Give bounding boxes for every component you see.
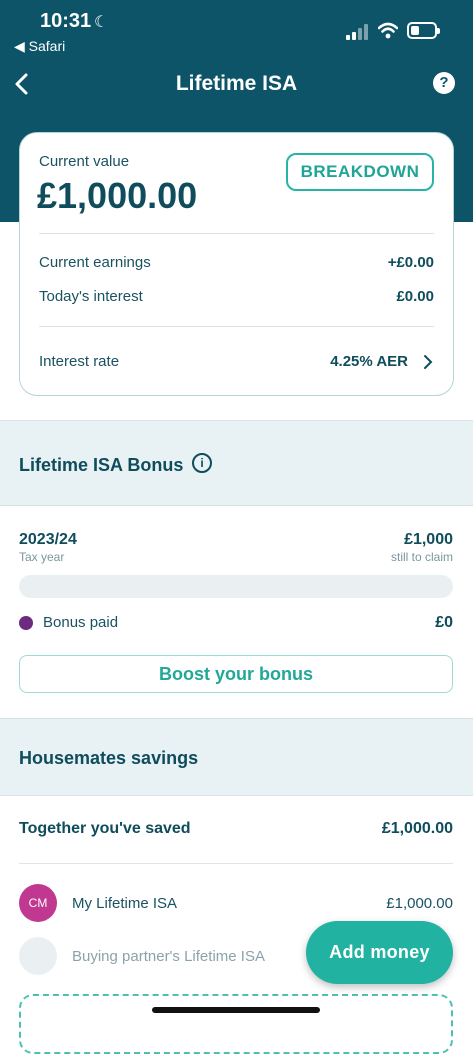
home-indicator <box>152 1007 320 1013</box>
help-icon[interactable]: ? <box>433 72 455 94</box>
tax-year-value: 2023/24 <box>19 531 77 548</box>
wifi-icon <box>378 22 398 39</box>
navigation-bar: Lifetime ISA ? <box>0 62 473 106</box>
bonus-section-header: Lifetime ISA Bonus i <box>0 420 473 506</box>
current-value-label: Current value <box>39 153 130 170</box>
still-to-claim-amount: £1,000 <box>404 531 453 548</box>
todays-interest-label: Today's interest <box>39 288 143 305</box>
partner-isa-label[interactable]: Buying partner's Lifetime ISA <box>72 948 265 965</box>
divider <box>39 233 434 234</box>
bonus-paid-legend-dot <box>19 616 33 630</box>
avatar: CM <box>19 884 57 922</box>
together-saved-value: £1,000.00 <box>381 820 453 837</box>
interest-rate-row[interactable]: Interest rate 4.25% AER <box>39 353 434 370</box>
moon-icon: ☾ <box>94 14 109 31</box>
add-partner-dashed-card[interactable] <box>19 994 453 1054</box>
value-card: Current value £1,000.00 BREAKDOWN Curren… <box>19 132 454 396</box>
still-to-claim-label: still to claim <box>390 550 453 564</box>
todays-interest-value: £0.00 <box>396 288 434 305</box>
interest-rate-label: Interest rate <box>39 353 120 370</box>
status-time: 10:31 <box>40 10 92 32</box>
divider <box>19 863 453 864</box>
todays-interest-row: Today's interest £0.00 <box>39 288 434 305</box>
current-earnings-label: Current earnings <box>39 254 151 271</box>
my-isa-value: £1,000.00 <box>386 895 453 912</box>
divider <box>39 326 434 327</box>
info-icon[interactable]: i <box>192 453 212 473</box>
housemates-heading: Housemates savings <box>19 748 199 768</box>
bonus-progress-bar <box>19 575 453 598</box>
status-bar: 10:31 ☾ ◀ Safari <box>0 0 473 60</box>
interest-rate-value: 4.25% AER <box>330 353 408 370</box>
add-money-button[interactable]: Add money <box>306 921 453 984</box>
bonus-heading: Lifetime ISA Bonus <box>19 455 184 475</box>
breakdown-button[interactable]: BREAKDOWN <box>286 153 434 191</box>
bonus-paid-value: £0 <box>435 614 453 631</box>
cellular-signal-icon <box>346 24 370 40</box>
my-isa-label[interactable]: My Lifetime ISA <box>72 895 177 912</box>
page-title: Lifetime ISA <box>175 72 298 95</box>
tax-year-label: Tax year <box>19 550 65 564</box>
together-saved-label: Together you've saved <box>19 820 191 837</box>
current-value-amount: £1,000.00 <box>37 175 198 216</box>
partner-avatar <box>19 937 57 975</box>
current-earnings-row: Current earnings +£0.00 <box>39 254 434 271</box>
current-earnings-value: +£0.00 <box>387 254 434 271</box>
back-to-safari-link[interactable]: ◀ Safari <box>14 38 65 55</box>
battery-icon <box>407 22 440 39</box>
housemates-section-header: Housemates savings <box>0 718 473 796</box>
chevron-right-icon[interactable] <box>422 354 434 370</box>
bonus-paid-label: Bonus paid <box>43 614 119 631</box>
boost-your-bonus-button[interactable]: Boost your bonus <box>19 655 453 693</box>
